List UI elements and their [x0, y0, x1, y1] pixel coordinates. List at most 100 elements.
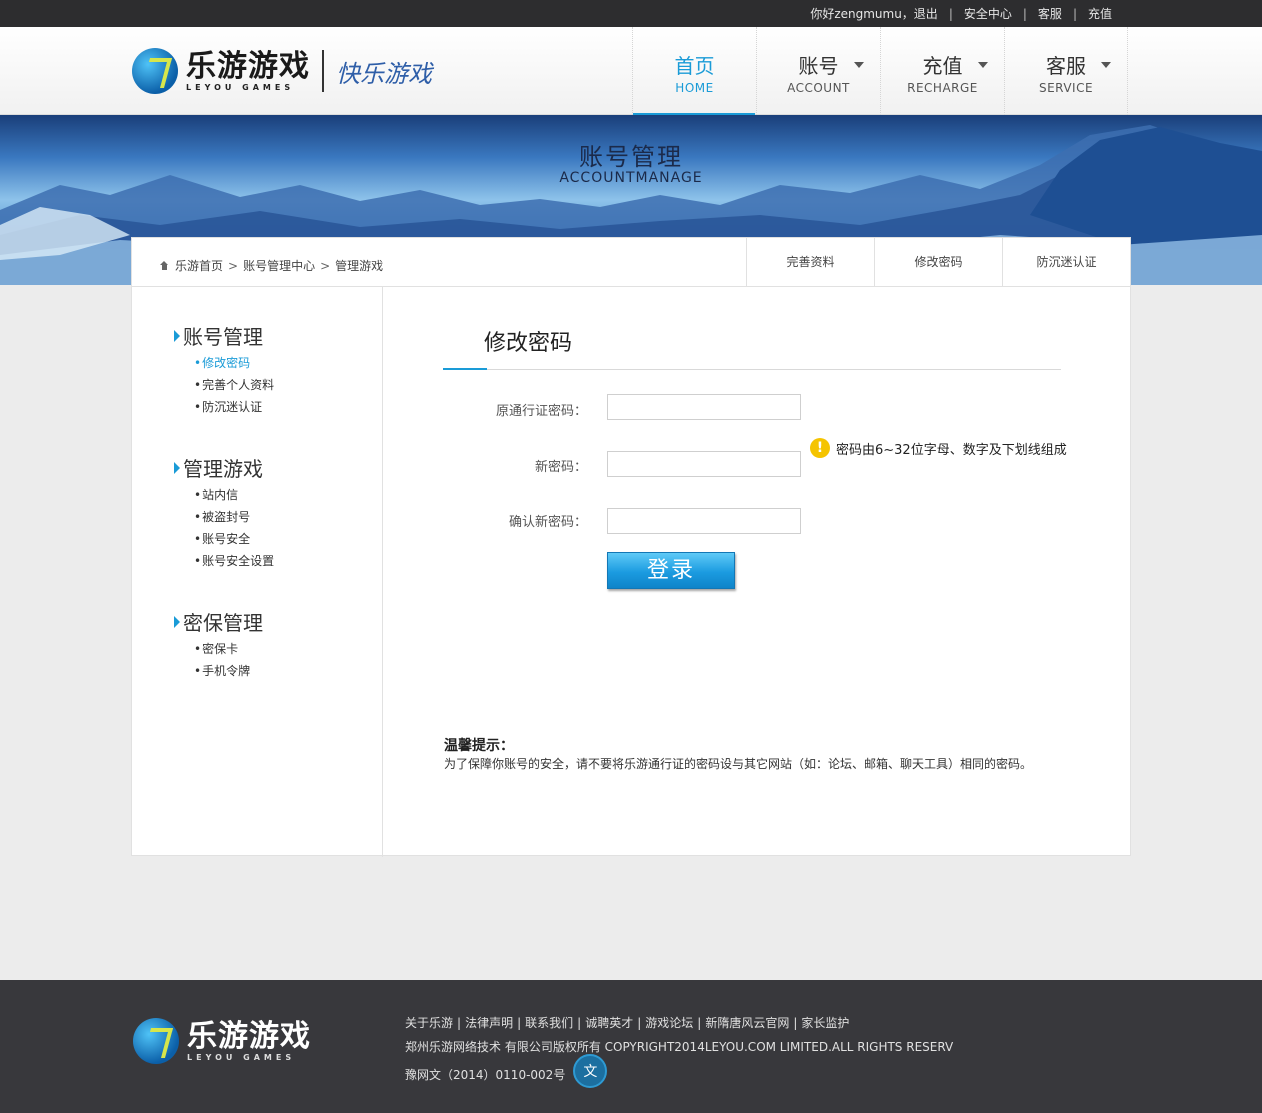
title-divider [443, 368, 1061, 370]
sidebar-item-complete-profile[interactable]: 完善个人资料 [194, 374, 274, 396]
slogan: 快乐游戏 [336, 59, 432, 88]
footer-link-legal[interactable]: 法律声明 [465, 1016, 513, 1030]
nav-home[interactable]: 首页 HOME [632, 27, 756, 116]
content-panel: 账号管理 修改密码 完善个人资料 防沉迷认证 管理游戏 站内信 被盗封号 账号安… [131, 286, 1131, 857]
sidebar: 账号管理 修改密码 完善个人资料 防沉迷认证 管理游戏 站内信 被盗封号 账号安… [132, 287, 383, 857]
sidebar-heading-games[interactable]: 管理游戏 [174, 453, 274, 482]
breadcrumb-home[interactable]: 乐游首页 [175, 257, 223, 274]
footer-link-careers[interactable]: 诚聘英才 [585, 1016, 633, 1030]
caret-right-icon [174, 329, 180, 342]
sidebar-heading-protection[interactable]: 密保管理 [174, 607, 263, 636]
footer-links: 关于乐游 | 法律声明 | 联系我们 | 诚聘英才 | 游戏论坛 | 新隋唐风云官网 | 家长监护 [405, 1016, 850, 1030]
tab-change-password[interactable]: 修改密码 [874, 238, 1002, 286]
footer-link-parental[interactable]: 家长监护 [801, 1016, 849, 1030]
logo-name-cn: 乐游游戏 [186, 48, 310, 84]
site-logo[interactable]: 乐游游戏 LEYOU GAMES 快乐游戏 [132, 48, 432, 94]
footer-link-forum[interactable]: 游戏论坛 [645, 1016, 693, 1030]
sidebar-item-change-password[interactable]: 修改密码 [194, 352, 274, 374]
confirm-password-input[interactable] [607, 508, 801, 534]
tips-title: 温馨提示： [444, 738, 514, 754]
footer-link-about[interactable]: 关于乐游 [405, 1016, 453, 1030]
main-panel: 修改密码 原通行证密码： 新密码： ! 密码由6~32位字母、数字及下划线组成 … [384, 287, 1130, 855]
sidebar-item-account-security[interactable]: 账号安全 [194, 528, 274, 550]
breadcrumb-manage-games[interactable]: 管理游戏 [335, 257, 383, 274]
nav-home-label: 首页 [674, 54, 715, 78]
password-hint: ! 密码由6~32位字母、数字及下划线组成 [810, 438, 1067, 458]
old-password-label: 原通行证密码： [495, 404, 587, 419]
footer-link-contact[interactable]: 联系我们 [525, 1016, 573, 1030]
tab-anti-addiction[interactable]: 防沉迷认证 [1002, 238, 1130, 286]
recharge-link[interactable]: 充值 [1088, 5, 1112, 22]
separator: | [1022, 6, 1027, 21]
sidebar-heading-label: 管理游戏 [183, 457, 263, 481]
nav-home-sublabel: HOME [675, 81, 714, 95]
banner-title-cn: 账号管理 [579, 143, 683, 171]
page-title: 修改密码 [484, 331, 573, 356]
sidebar-item-anti-addiction[interactable]: 防沉迷认证 [194, 396, 274, 418]
logo-name-cn: 乐游游戏 [187, 1018, 311, 1054]
old-password-input[interactable] [607, 394, 801, 420]
breadcrumb-account-center[interactable]: 账号管理中心 [243, 257, 315, 274]
logo-text: 乐游游戏 LEYOU GAMES [187, 1018, 311, 1062]
customer-service-link[interactable]: 客服 [1038, 5, 1062, 22]
footer-logo[interactable]: 乐游游戏 LEYOU GAMES [133, 1018, 311, 1064]
sidebar-item-stolen-ban[interactable]: 被盗封号 [194, 506, 274, 528]
footer-icp-text: 豫网文（2014）0110-002号 [405, 1067, 566, 1082]
new-password-label: 新密码： [534, 460, 587, 475]
footer-icp: 豫网文（2014）0110-002号 文 [405, 1054, 608, 1088]
password-hint-text: 密码由6~32位字母、数字及下划线组成 [836, 442, 1067, 458]
logo-name-en: LEYOU GAMES [186, 82, 295, 92]
sidebar-list: 修改密码 完善个人资料 防沉迷认证 [194, 352, 274, 418]
sidebar-item-security-card[interactable]: 密保卡 [194, 638, 263, 660]
breadcrumb: 乐游首页 > 账号管理中心 > 管理游戏 [160, 257, 383, 274]
confirm-password-label: 确认新密码： [508, 515, 587, 530]
chevron-right-icon: > [228, 258, 239, 273]
tips-text: 为了保障你账号的安全，请不要将乐游通行证的密码设与其它网站（如：论坛、邮箱、聊天… [444, 757, 1033, 771]
logo-divider [322, 50, 324, 92]
chevron-down-icon [854, 62, 864, 68]
sidebar-item-security-settings[interactable]: 账号安全设置 [194, 550, 274, 572]
tab-complete-profile[interactable]: 完善资料 [746, 238, 874, 286]
sidebar-heading-label: 账号管理 [183, 325, 263, 349]
logo-name-en: LEYOU GAMES [187, 1052, 296, 1062]
new-password-input[interactable] [607, 451, 801, 477]
top-links: 你好zengmumu，退出 | 安全中心 | 客服 | 充值 [810, 5, 1112, 22]
banner-title-en: ACCOUNTMANAGE [559, 170, 703, 186]
caret-right-icon [174, 461, 180, 474]
banner-title: 账号管理 ACCOUNTMANAGE [0, 137, 1262, 186]
sidebar-heading-account[interactable]: 账号管理 [174, 321, 274, 350]
nav-service[interactable]: 客服 SERVICE [1004, 27, 1128, 115]
logo-text: 乐游游戏 LEYOU GAMES [186, 48, 310, 92]
breadcrumb-bar: 乐游首页 > 账号管理中心 > 管理游戏 完善资料 修改密码 防沉迷认证 [131, 237, 1131, 286]
sidebar-item-mobile-token[interactable]: 手机令牌 [194, 660, 263, 682]
footer-link-official-site[interactable]: 新隋唐风云官网 [705, 1016, 789, 1030]
nav-account-sublabel: ACCOUNT [787, 81, 850, 95]
header: 乐游游戏 LEYOU GAMES 快乐游戏 首页 HOME 账号 ACCOUNT… [0, 27, 1262, 116]
warning-icon: ! [810, 438, 830, 458]
nav-service-sublabel: SERVICE [1038, 81, 1094, 95]
sidebar-item-inbox[interactable]: 站内信 [194, 484, 274, 506]
sidebar-group-protection: 密保管理 密保卡 手机令牌 [174, 607, 263, 682]
main-nav: 首页 HOME 账号 ACCOUNT 充值 RECHARGE 客服 SERVIC… [632, 27, 1128, 116]
logo-icon [133, 1018, 179, 1064]
culture-license-badge-icon[interactable]: 文 [573, 1054, 608, 1088]
sidebar-list: 密保卡 手机令牌 [194, 638, 263, 682]
chevron-down-icon [1101, 62, 1111, 68]
footer-copyright: 郑州乐游网络技术 有限公司版权所有 COPYRIGHT2014LEYOU.COM… [405, 1040, 954, 1054]
security-center-link[interactable]: 安全中心 [964, 5, 1012, 22]
separator: | [948, 6, 953, 21]
footer: 乐游游戏 LEYOU GAMES 关于乐游 | 法律声明 | 联系我们 | 诚聘英才 | 游戏论… [0, 980, 1262, 1113]
quick-tabs: 完善资料 修改密码 防沉迷认证 [746, 238, 1130, 286]
greeting-logout-link[interactable]: 你好zengmumu，退出 [810, 5, 938, 22]
separator: | [1072, 6, 1077, 21]
nav-recharge-sublabel: RECHARGE [907, 81, 978, 95]
sidebar-group-account: 账号管理 修改密码 完善个人资料 防沉迷认证 [174, 321, 274, 418]
submit-button[interactable]: 登录 [607, 552, 735, 589]
nav-account[interactable]: 账号 ACCOUNT [756, 27, 880, 115]
home-icon [160, 261, 169, 270]
chevron-down-icon [978, 62, 988, 68]
sidebar-list: 站内信 被盗封号 账号安全 账号安全设置 [194, 484, 274, 572]
nav-recharge[interactable]: 充值 RECHARGE [880, 27, 1004, 115]
top-bar: 你好zengmumu，退出 | 安全中心 | 客服 | 充值 [0, 0, 1262, 27]
sidebar-group-games: 管理游戏 站内信 被盗封号 账号安全 账号安全设置 [174, 453, 274, 572]
